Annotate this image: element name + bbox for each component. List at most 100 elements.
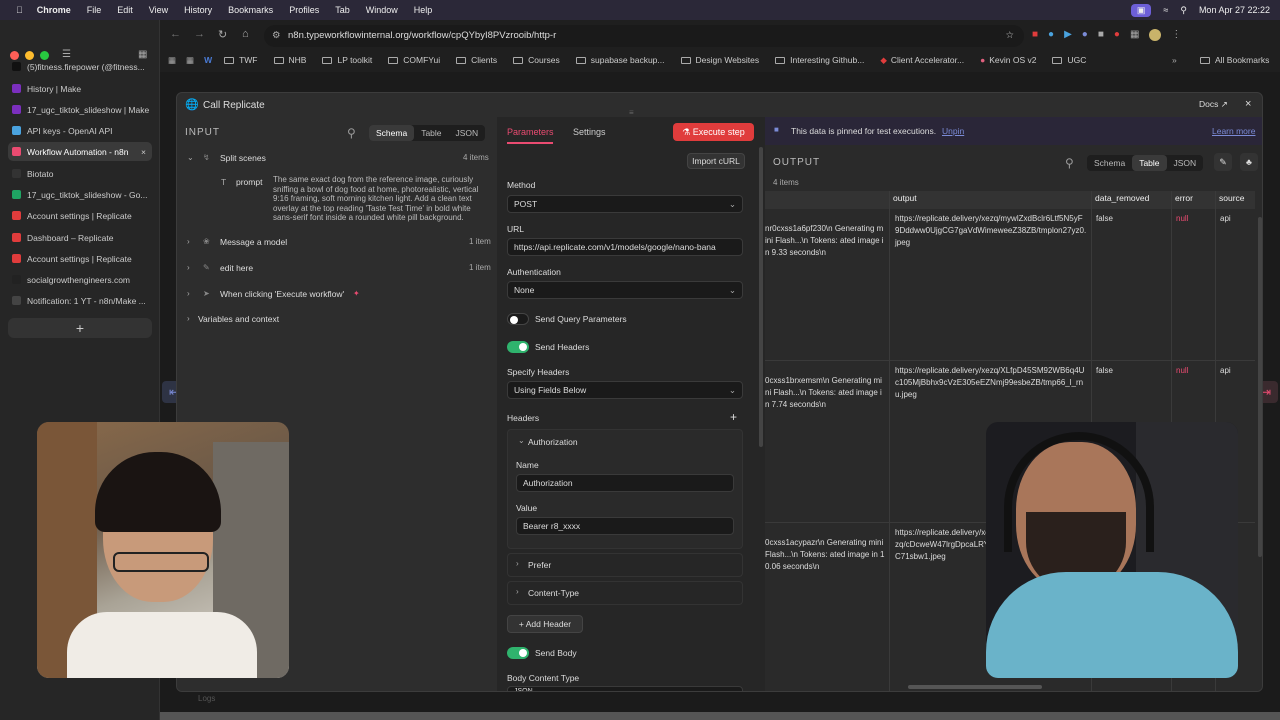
new-tab-button[interactable]: + (8, 318, 152, 338)
bookmark-ugc[interactable]: UGC (1052, 55, 1086, 65)
tab-schema[interactable]: Schema (1087, 155, 1132, 171)
wifi-icon[interactable]: ≈ (1163, 5, 1168, 15)
execute-step-button[interactable]: ⚗ Execute step (673, 123, 754, 141)
add-header-button[interactable]: + Add Header (507, 615, 583, 633)
extension-icon[interactable]: ● (1048, 29, 1054, 41)
column-header[interactable]: error (1175, 193, 1193, 203)
menu-edit[interactable]: Edit (117, 5, 133, 15)
params-scrollbar[interactable] (759, 147, 763, 447)
bookmark-supabase[interactable]: supabase backup... (575, 55, 665, 65)
bookmark-nhb[interactable]: NHB (273, 55, 306, 65)
specify-headers-select[interactable]: Using Fields Below ⌄ (507, 381, 743, 399)
sidebar-tab[interactable]: Workflow Automation - n8n × (8, 142, 152, 161)
prompt-value[interactable]: The same exact dog from the reference im… (273, 175, 487, 223)
address-url[interactable]: n8n.typeworkflowinternal.org/workflow/cp… (288, 30, 556, 41)
tree-item-split-scenes[interactable]: ⌄ ↯ Split scenes 4 items (185, 153, 491, 165)
extension-icon[interactable]: ■ (1032, 29, 1038, 41)
extension-icon[interactable]: ● (1114, 29, 1120, 41)
header-value-input[interactable]: Bearer r8_xxxx (516, 517, 734, 535)
forward-icon[interactable]: → (194, 28, 205, 40)
table-row[interactable]: nr0cxss1a6pf230\n Generating mini Flash.… (765, 209, 1255, 361)
logs-label[interactable]: Logs (198, 694, 215, 703)
output-cell[interactable]: https://replicate.delivery/xezq/mywlZxdB… (895, 213, 1087, 249)
profile-avatar[interactable] (1149, 29, 1162, 41)
apple-icon[interactable]:  (16, 5, 23, 15)
method-select[interactable]: POST ⌄ (507, 195, 743, 213)
puzzle-icon[interactable]: ▦ (1130, 29, 1139, 41)
menu-tab[interactable]: Tab (335, 5, 350, 15)
screen-share-icon[interactable]: ▣ (1130, 3, 1152, 17)
header-group-title[interactable]: Authorization (528, 437, 578, 447)
search-icon[interactable]: ⚲ (1065, 156, 1074, 170)
tree-item-edit-here[interactable]: › ✎ edit here 1 item (185, 263, 491, 275)
output-h-scrollbar[interactable] (908, 685, 1042, 689)
extension-icon[interactable]: ▶ (1064, 29, 1072, 41)
bookmark-star-icon[interactable]: ☆ (1005, 25, 1014, 47)
sidebar-tab[interactable]: 17_ugc_tiktok_slideshow | Make (8, 100, 152, 119)
bookmark-design[interactable]: Design Websites (680, 55, 759, 65)
reload-icon[interactable]: ↻ (218, 28, 227, 41)
bookmark-github[interactable]: Interesting Github... (775, 55, 864, 65)
menu-profiles[interactable]: Profiles (289, 5, 319, 15)
authentication-select[interactable]: None ⌄ (507, 281, 743, 299)
bookmark-kevin-os[interactable]: ● Kevin OS v2 (980, 55, 1036, 65)
bookmark-clients[interactable]: Clients (456, 55, 497, 65)
add-header-plus-icon[interactable]: + (730, 410, 737, 424)
url-input[interactable]: https://api.replicate.com/v1/models/goog… (507, 238, 743, 256)
search-icon[interactable]: ⚲ (1180, 5, 1187, 16)
menu-view[interactable]: View (149, 5, 168, 15)
bookmark-twf[interactable]: TWF (224, 55, 258, 65)
sidebar-tab[interactable]: Account settings | Replicate (8, 249, 152, 268)
chevron-right-icon[interactable]: › (187, 314, 190, 323)
prefer-header-group[interactable]: › Prefer (507, 553, 743, 577)
send-query-toggle[interactable] (507, 313, 529, 325)
extension-icon[interactable]: ■ (1098, 29, 1104, 41)
edit-pencil-icon[interactable]: ✎ (1214, 153, 1232, 171)
column-header[interactable]: data_removed (1095, 193, 1149, 203)
page-scrollbar[interactable] (160, 712, 1280, 720)
address-bar[interactable]: ⚙ n8n.typeworkflowinternal.org/workflow/… (264, 25, 1024, 47)
tab-settings[interactable]: Settings (573, 127, 606, 137)
bookmark-courses[interactable]: Courses (513, 55, 560, 65)
column-header[interactable]: output (893, 193, 917, 203)
bookmark-w-icon[interactable]: W (204, 55, 212, 65)
tab-schema[interactable]: Schema (369, 125, 415, 141)
sidebar-tab[interactable]: API keys - OpenAI API (8, 121, 152, 140)
menu-bookmarks[interactable]: Bookmarks (228, 5, 273, 15)
close-modal-button[interactable]: × (1245, 98, 1251, 110)
content-type-header-group[interactable]: › Content-Type (507, 581, 743, 605)
tab-json[interactable]: JSON (449, 125, 486, 141)
chevron-right-icon[interactable]: › (187, 237, 190, 246)
menu-file[interactable]: File (87, 5, 102, 15)
menu-history[interactable]: History (184, 5, 212, 15)
learn-more-link[interactable]: Learn more (1212, 126, 1255, 136)
sidebar-tab[interactable]: 17_ugc_tiktok_slideshow - Go... (8, 185, 152, 204)
send-body-toggle[interactable] (507, 647, 529, 659)
docs-link[interactable]: Docs ↗ (1199, 99, 1228, 110)
all-bookmarks[interactable]: All Bookmarks (1200, 55, 1269, 65)
home-icon[interactable]: ⌂ (242, 28, 249, 40)
send-headers-toggle[interactable] (507, 341, 529, 353)
import-curl-button[interactable]: Import cURL (687, 153, 745, 169)
tab-parameters[interactable]: Parameters (507, 127, 554, 137)
bookmarks-overflow-icon[interactable]: » (1172, 55, 1177, 65)
tab-table[interactable]: Table (1132, 155, 1167, 171)
pin-data-icon[interactable]: ♣ (1240, 153, 1258, 171)
chevron-down-icon[interactable]: ⌄ (518, 436, 525, 445)
body-content-type-select[interactable]: JSON (507, 686, 743, 691)
output-cell[interactable]: https://replicate.delivery/xezq/XLfpD45S… (895, 365, 1087, 401)
tree-item-message-model[interactable]: › ❀ Message a model 1 item (185, 237, 491, 249)
chevron-right-icon[interactable]: › (187, 263, 190, 272)
apps-icon[interactable]: ▦ (168, 55, 176, 66)
site-info-icon[interactable]: ⚙ (272, 25, 281, 47)
sidebar-tab[interactable]: Dashboard – Replicate (8, 228, 152, 247)
browser-menu-icon[interactable]: ⋮ (1171, 29, 1181, 41)
tree-item-manual-trigger[interactable]: › ➤ When clicking 'Execute workflow' ✦ (185, 289, 491, 301)
search-icon[interactable]: ⚲ (347, 126, 356, 140)
bookmark-client-accelerator[interactable]: ◆ Client Accelerator... (880, 55, 964, 66)
close-tab-icon[interactable]: × (141, 147, 146, 157)
column-header[interactable]: source (1219, 193, 1245, 203)
extension-icon[interactable]: ● (1082, 29, 1088, 41)
sidebar-tab[interactable]: History | Make (8, 79, 152, 98)
tab-json[interactable]: JSON (1167, 155, 1204, 171)
